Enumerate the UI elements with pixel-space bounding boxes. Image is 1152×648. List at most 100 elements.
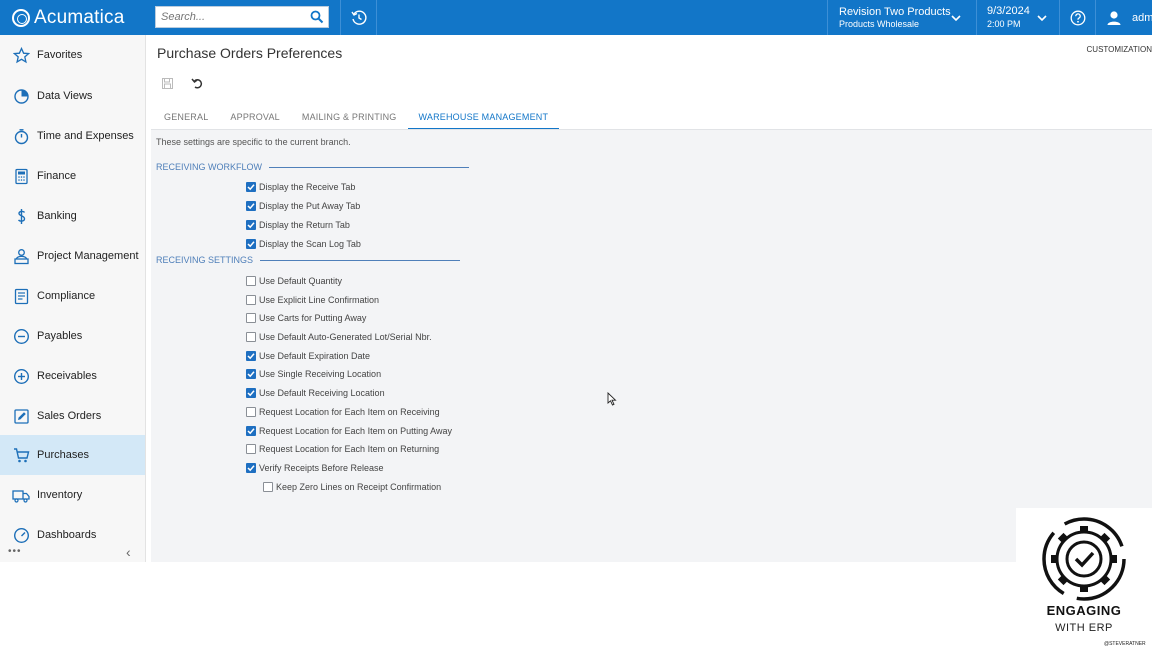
app-logo[interactable]: Acumatica bbox=[12, 6, 125, 30]
logo-icon bbox=[12, 9, 30, 27]
user-menu[interactable]: admi bbox=[1100, 0, 1152, 35]
collapse-sidebar-icon[interactable]: ‹ bbox=[126, 544, 131, 560]
tab-mailing-printing[interactable]: MAILING & PRINTING bbox=[291, 108, 408, 130]
checkmark-icon bbox=[247, 241, 255, 248]
sidebar-item-compliance[interactable]: Compliance bbox=[0, 277, 145, 315]
help-button[interactable] bbox=[1059, 0, 1096, 35]
section-receiving-workflow: RECEIVING WORKFLOW bbox=[156, 162, 470, 172]
search-box[interactable] bbox=[155, 6, 329, 28]
tab-general[interactable]: GENERAL bbox=[153, 108, 219, 130]
checkbox[interactable] bbox=[246, 351, 256, 361]
recent-history-button[interactable] bbox=[340, 0, 377, 35]
checkbox[interactable] bbox=[246, 182, 256, 192]
sidebar-item-time-and-expenses[interactable]: Time and Expenses bbox=[0, 117, 145, 155]
sidebar-item-finance[interactable]: Finance bbox=[0, 157, 145, 195]
watermark-subtitle: WITH ERP bbox=[1055, 622, 1113, 634]
sidebar-item-project-management[interactable]: Project Management bbox=[0, 237, 145, 275]
checkbox[interactable] bbox=[246, 463, 256, 473]
checkbox-request-location-receiving[interactable]: Request Location for Each Item on Receiv… bbox=[246, 405, 440, 419]
search-icon[interactable] bbox=[310, 10, 324, 24]
checkbox-label: Display the Scan Log Tab bbox=[259, 239, 361, 249]
plus-circle-icon bbox=[12, 367, 30, 385]
checkbox-use-default-expiration-date[interactable]: Use Default Expiration Date bbox=[246, 349, 370, 363]
sidebar-item-label: Data Views bbox=[37, 90, 93, 102]
checkbox-use-carts-for-putting-away[interactable]: Use Carts for Putting Away bbox=[246, 311, 366, 325]
checkbox-verify-receipts-before-release[interactable]: Verify Receipts Before Release bbox=[246, 461, 384, 475]
checkbox[interactable] bbox=[246, 295, 256, 305]
more-icon[interactable]: ••• bbox=[8, 546, 22, 557]
checkbox-label: Use Explicit Line Confirmation bbox=[259, 295, 380, 305]
checkmark-icon bbox=[247, 428, 255, 435]
sidebar-item-receivables[interactable]: Receivables bbox=[0, 357, 145, 395]
checkbox[interactable] bbox=[246, 369, 256, 379]
checkbox-label: Verify Receipts Before Release bbox=[259, 463, 384, 473]
main-content: Purchase Orders Preferences CUSTOMIZATIO… bbox=[147, 35, 1152, 562]
checkbox-use-default-lot-serial[interactable]: Use Default Auto-Generated Lot/Serial Nb… bbox=[246, 330, 432, 344]
sidebar-item-favorites[interactable]: Favorites bbox=[0, 36, 145, 74]
mouse-cursor-icon bbox=[607, 392, 617, 406]
checkbox-label: Request Location for Each Item on Puttin… bbox=[259, 426, 452, 436]
minus-circle-icon bbox=[12, 327, 30, 345]
checkbox-label: Use Default Expiration Date bbox=[259, 351, 371, 361]
sidebar-item-label: Compliance bbox=[37, 290, 96, 302]
sidebar-item-banking[interactable]: Banking bbox=[0, 197, 145, 235]
watermark-handle: @STEVERATNER bbox=[1104, 641, 1146, 647]
checkbox[interactable] bbox=[246, 239, 256, 249]
section-receiving-settings: RECEIVING SETTINGS bbox=[156, 255, 461, 265]
checkbox-use-default-receiving-location[interactable]: Use Default Receiving Location bbox=[246, 386, 385, 400]
checkbox[interactable] bbox=[263, 482, 273, 492]
sidebar-item-label: Project Management bbox=[37, 250, 139, 262]
customization-menu[interactable]: CUSTOMIZATION bbox=[1087, 45, 1152, 54]
tab-warehouse-management[interactable]: WAREHOUSE MANAGEMENT bbox=[407, 108, 560, 130]
checklist-icon bbox=[12, 287, 30, 305]
section-divider bbox=[260, 259, 461, 261]
section-divider bbox=[269, 166, 470, 168]
sidebar-item-payables[interactable]: Payables bbox=[0, 317, 145, 355]
tab-approval[interactable]: APPROVAL bbox=[219, 108, 290, 130]
checkbox[interactable] bbox=[246, 201, 256, 211]
save-button[interactable] bbox=[159, 75, 175, 91]
checkbox[interactable] bbox=[246, 220, 256, 230]
checkbox[interactable] bbox=[246, 388, 256, 398]
app-name: Acumatica bbox=[34, 7, 125, 28]
checkbox-display-put-away-tab[interactable]: Display the Put Away Tab bbox=[246, 199, 360, 213]
truck-icon bbox=[12, 486, 30, 504]
checkbox-display-receive-tab[interactable]: Display the Receive Tab bbox=[246, 180, 355, 194]
checkbox-request-location-returning[interactable]: Request Location for Each Item on Return… bbox=[246, 442, 439, 456]
form-toolbar bbox=[159, 75, 219, 91]
checkbox[interactable] bbox=[246, 444, 256, 454]
sidebar-item-inventory[interactable]: Inventory bbox=[0, 476, 145, 514]
gear-check-icon bbox=[1042, 517, 1126, 601]
checkmark-icon bbox=[247, 184, 255, 191]
company-selector[interactable]: Revision Two Products Products Wholesale bbox=[827, 0, 976, 35]
checkbox-keep-zero-lines[interactable]: Keep Zero Lines on Receipt Confirmation bbox=[263, 480, 441, 494]
checkbox-label: Use Default Receiving Location bbox=[259, 388, 385, 398]
engaging-with-erp-watermark: ENGAGING WITH ERP @STEVERATNER bbox=[1016, 508, 1152, 648]
checkbox-use-default-quantity[interactable]: Use Default Quantity bbox=[246, 274, 342, 288]
checkmark-icon bbox=[247, 222, 255, 229]
checkbox[interactable] bbox=[246, 313, 256, 323]
sidebar-item-purchases[interactable]: Purchases bbox=[0, 435, 145, 475]
sidebar-item-label: Favorites bbox=[37, 49, 83, 61]
stopwatch-icon bbox=[12, 127, 30, 145]
checkbox-label: Display the Return Tab bbox=[259, 220, 350, 230]
checkbox-request-location-putting-away[interactable]: Request Location for Each Item on Puttin… bbox=[246, 424, 452, 438]
checkbox-use-single-receiving-location[interactable]: Use Single Receiving Location bbox=[246, 367, 381, 381]
checkmark-icon bbox=[247, 353, 255, 360]
business-date-selector[interactable]: 9/3/2024 2:00 PM bbox=[976, 0, 1059, 35]
sidebar-item-data-views[interactable]: Data Views bbox=[0, 77, 145, 115]
checkbox-label: Keep Zero Lines on Receipt Confirmation bbox=[276, 482, 442, 492]
checkbox[interactable] bbox=[246, 426, 256, 436]
cancel-button[interactable] bbox=[189, 75, 205, 91]
checkbox[interactable] bbox=[246, 332, 256, 342]
checkbox[interactable] bbox=[246, 407, 256, 417]
search-input[interactable] bbox=[156, 7, 306, 27]
sidebar-item-sales-orders[interactable]: Sales Orders bbox=[0, 397, 145, 435]
pie-chart-icon bbox=[12, 87, 30, 105]
checkbox-display-scan-log-tab[interactable]: Display the Scan Log Tab bbox=[246, 237, 361, 251]
dollar-icon bbox=[12, 207, 30, 225]
checkbox-display-return-tab[interactable]: Display the Return Tab bbox=[246, 218, 350, 232]
pencil-icon bbox=[12, 407, 30, 425]
checkbox[interactable] bbox=[246, 276, 256, 286]
checkbox-use-explicit-line-confirmation[interactable]: Use Explicit Line Confirmation bbox=[246, 293, 379, 307]
